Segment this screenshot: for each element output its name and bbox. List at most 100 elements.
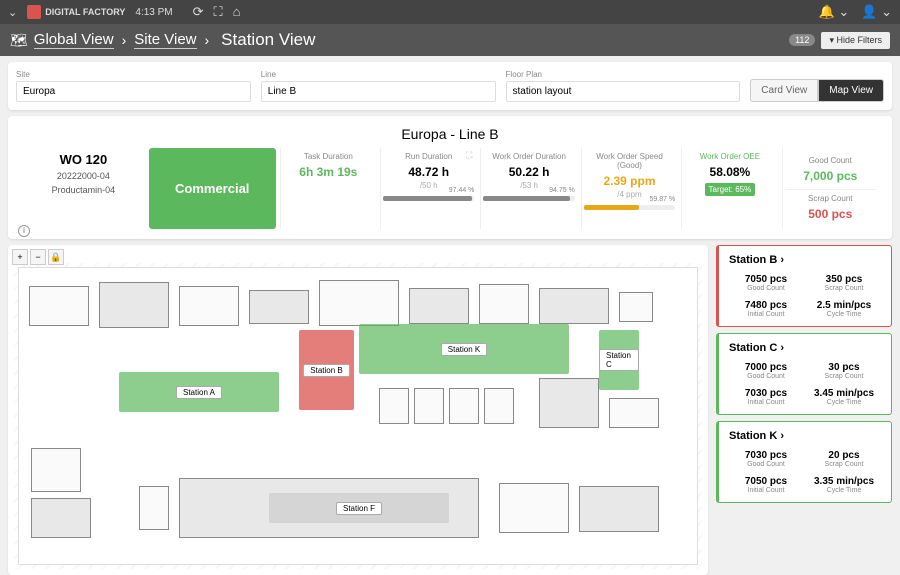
- zoom-out-button[interactable]: −: [30, 249, 46, 265]
- station-card-title[interactable]: Station B ›: [729, 254, 881, 266]
- good-count-label: Good Count: [729, 373, 803, 380]
- cycle-time-label: Cycle Time: [807, 487, 881, 494]
- zoom-in-button[interactable]: +: [12, 249, 28, 265]
- initial-count-value: 7050 pcs: [729, 476, 803, 487]
- station-tag: Station B: [303, 364, 349, 377]
- metric-value: 2.39 ppm: [584, 174, 675, 188]
- good-count-value: 7050 pcs: [729, 274, 803, 285]
- initial-count-label: Initial Count: [729, 487, 803, 494]
- station-tag: Station C: [599, 349, 639, 371]
- refresh-icon[interactable]: ⟳: [193, 4, 204, 20]
- breadcrumb: 🗺 Global View › Site View › Station View…: [0, 24, 900, 56]
- card-view-button[interactable]: Card View: [750, 79, 818, 102]
- notification-badge[interactable]: 112: [789, 34, 815, 46]
- scrap-count-label: Scrap Count: [807, 461, 881, 468]
- wo-oee-box: Work Order OEE 58.08% Target: 65%: [681, 148, 777, 229]
- good-count-value: 7000 pcs: [729, 362, 803, 373]
- station-card[interactable]: Station C › 7000 pcsGood Count 30 pcsScr…: [716, 333, 892, 415]
- wo-sub1: 20222000-04: [24, 171, 143, 181]
- chevron-down-icon[interactable]: ⌄: [8, 6, 17, 19]
- line-label: Line: [261, 70, 496, 79]
- work-order-box: WO 120 20222000-04 Productamin-04: [22, 148, 145, 229]
- good-count-label: Good Count: [729, 461, 803, 468]
- progress-pct: 94.75 %: [549, 187, 575, 194]
- station-card[interactable]: Station K › 7030 pcsGood Count 20 pcsScr…: [716, 421, 892, 503]
- metric-value: 58.08%: [684, 165, 775, 179]
- top-bar: ⌄ DIGITAL FACTORY 4:13 PM ⟳ ⛶ ⌂ 🔔 ⌄ 👤 ⌄: [0, 0, 900, 24]
- station-k-overlay[interactable]: Station K: [359, 324, 569, 374]
- metric-label: Task Duration: [283, 152, 374, 161]
- metric-value: 7,000 pcs: [785, 169, 876, 183]
- scrap-count-label: Scrap Count: [807, 373, 881, 380]
- station-card-title[interactable]: Station C ›: [729, 342, 881, 354]
- metric-label: Scrap Count: [785, 194, 876, 203]
- station-b-overlay[interactable]: Station B: [299, 330, 354, 410]
- progress-pct: 59.87 %: [650, 196, 676, 203]
- site-input[interactable]: [16, 81, 251, 102]
- station-cards-column: Station B › 7050 pcsGood Count 350 pcsSc…: [716, 245, 892, 575]
- wo-title: WO 120: [24, 152, 143, 167]
- initial-count-label: Initial Count: [729, 399, 803, 406]
- clock: 4:13 PM: [135, 7, 172, 18]
- station-tag: Station K: [441, 343, 487, 356]
- app-logo: DIGITAL FACTORY: [27, 5, 125, 19]
- progress-pct: 97.44 %: [449, 187, 475, 194]
- metric-label: Good Count: [785, 156, 876, 165]
- scrap-count-value: 20 pcs: [807, 450, 881, 461]
- run-duration-box: ⛶ Run Duration 48.72 h /50 h 97.44 %: [380, 148, 476, 229]
- chevron-right-icon: ›: [205, 32, 210, 48]
- metric-label: Run Duration: [383, 152, 474, 161]
- expand-icon[interactable]: ⛶: [466, 150, 472, 161]
- user-icon[interactable]: 👤 ⌄: [861, 4, 892, 20]
- line-input[interactable]: [261, 81, 496, 102]
- breadcrumb-current: Station View: [221, 30, 315, 50]
- commercial-status: Commercial: [149, 148, 276, 229]
- good-count-value: 7030 pcs: [729, 450, 803, 461]
- metric-label: Work Order Duration: [483, 152, 574, 161]
- metric-label: Work Order Speed (Good): [584, 152, 675, 170]
- site-label: Site: [16, 70, 251, 79]
- lock-button[interactable]: 🔒: [48, 249, 64, 265]
- station-card[interactable]: Station B › 7050 pcsGood Count 350 pcsSc…: [716, 245, 892, 327]
- initial-count-label: Initial Count: [729, 311, 803, 318]
- counts-box: Good Count 7,000 pcs Scrap Count 500 pcs: [782, 148, 878, 229]
- metric-label: Work Order OEE: [684, 152, 775, 161]
- hide-filters-button[interactable]: ▾ Hide Filters: [821, 32, 890, 49]
- wo-sub2: Productamin-04: [24, 185, 143, 195]
- wo-duration-box: Work Order Duration 50.22 h /53 h 94.75 …: [480, 148, 576, 229]
- logo-icon: [27, 5, 41, 19]
- metric-value: 500 pcs: [785, 207, 876, 221]
- station-f-overlay[interactable]: Station F: [269, 493, 449, 523]
- home-icon[interactable]: ⌂: [233, 4, 241, 20]
- good-count-label: Good Count: [729, 285, 803, 292]
- brand-text: DIGITAL FACTORY: [45, 7, 125, 17]
- station-c-overlay[interactable]: Station C: [599, 330, 639, 390]
- breadcrumb-site[interactable]: Site View: [134, 31, 196, 49]
- metrics-panel: Europa - Line B WO 120 20222000-04 Produ…: [8, 116, 892, 239]
- cycle-time-label: Cycle Time: [807, 311, 881, 318]
- scrap-count-value: 30 pcs: [807, 362, 881, 373]
- station-a-overlay[interactable]: Station A: [119, 372, 279, 412]
- cycle-time-value: 3.35 min/pcs: [807, 476, 881, 487]
- info-icon[interactable]: i: [18, 225, 30, 237]
- station-card-title[interactable]: Station K ›: [729, 430, 881, 442]
- task-duration-box: Task Duration 6h 3m 19s: [280, 148, 376, 229]
- metric-value: 6h 3m 19s: [283, 165, 374, 179]
- metric-value: 50.22 h: [483, 165, 574, 179]
- floor-label: Floor Plan: [506, 70, 741, 79]
- floor-input[interactable]: [506, 81, 741, 102]
- view-toggle: Card View Map View: [750, 79, 884, 102]
- station-tag: Station A: [176, 386, 222, 399]
- map-view-button[interactable]: Map View: [818, 79, 884, 102]
- fullscreen-icon[interactable]: ⛶: [214, 4, 223, 20]
- oee-target: Target: 65%: [705, 183, 756, 196]
- initial-count-value: 7030 pcs: [729, 388, 803, 399]
- bell-icon[interactable]: 🔔 ⌄: [819, 4, 850, 20]
- cycle-time-label: Cycle Time: [807, 399, 881, 406]
- floor-map[interactable]: + − 🔒: [8, 245, 708, 575]
- scrap-count-value: 350 pcs: [807, 274, 881, 285]
- metric-value: 48.72 h: [383, 165, 474, 179]
- breadcrumb-global[interactable]: Global View: [34, 31, 114, 49]
- map-icon: 🗺: [10, 32, 28, 49]
- cycle-time-value: 3.45 min/pcs: [807, 388, 881, 399]
